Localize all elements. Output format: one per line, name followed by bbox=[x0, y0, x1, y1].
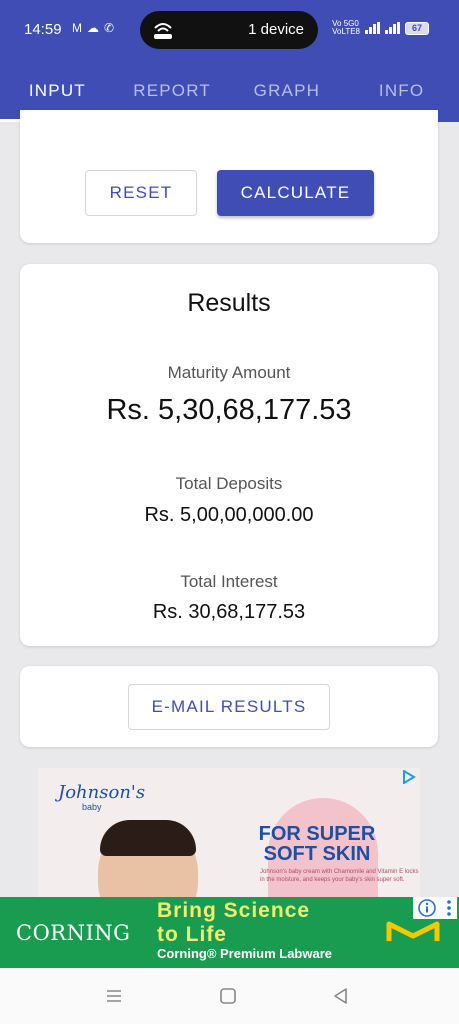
banner-headline-2: to Life bbox=[157, 923, 227, 946]
info-icon[interactable] bbox=[418, 899, 436, 917]
dynamic-island[interactable]: 1 device bbox=[140, 11, 318, 49]
system-nav-bar bbox=[0, 968, 459, 1024]
adchoices-icon[interactable] bbox=[402, 770, 416, 784]
ad-info-controls bbox=[413, 897, 457, 919]
home-icon[interactable] bbox=[218, 986, 238, 1006]
ad-brand-sub: baby bbox=[82, 802, 102, 812]
battery-icon: 67 bbox=[405, 21, 429, 35]
results-card: Results Maturity Amount Rs. 5,30,68,177.… bbox=[20, 264, 438, 646]
banner-subline: Corning® Premium Labware bbox=[157, 946, 332, 961]
banner-headline-1: Bring Science bbox=[157, 899, 311, 922]
maturity-amount-value: Rs. 5,30,68,177.53 bbox=[106, 394, 352, 426]
email-card: E-MAIL RESULTS bbox=[20, 666, 438, 747]
calculate-button[interactable]: CALCULATE bbox=[217, 170, 374, 216]
total-deposits-value: Rs. 5,00,00,000.00 bbox=[144, 504, 314, 526]
signal-icon-2 bbox=[385, 22, 400, 34]
total-interest-value: Rs. 30,68,177.53 bbox=[152, 601, 306, 623]
gmail-icon: M bbox=[72, 21, 82, 35]
ad-fine-print: Johnson's baby cream with Chamomile and … bbox=[260, 869, 419, 883]
cloud-icon: ☁ bbox=[87, 21, 99, 35]
email-results-button[interactable]: E-MAIL RESULTS bbox=[128, 684, 330, 730]
notification-icons: M ☁ ✆ bbox=[72, 21, 114, 35]
ad-model-hair bbox=[100, 820, 196, 856]
total-deposits-label: Total Deposits bbox=[175, 474, 283, 493]
total-interest-label: Total Interest bbox=[180, 572, 278, 591]
banner-brand: CORNING bbox=[16, 921, 131, 945]
phone-icon: ✆ bbox=[104, 21, 115, 35]
status-indicators: Vo 5G0 VoLTE8 67 bbox=[332, 20, 429, 36]
banner-logo-icon bbox=[386, 921, 440, 941]
maturity-amount-label: Maturity Amount bbox=[167, 363, 291, 382]
reset-button[interactable]: RESET bbox=[85, 170, 197, 216]
display-ad[interactable]: Johnson's baby FOR SUPER SOFT SKIN Johns… bbox=[38, 768, 420, 898]
results-title: Results bbox=[187, 289, 271, 317]
device-count: 1 device bbox=[248, 21, 304, 38]
status-time: 14:59 bbox=[24, 21, 62, 38]
signal-icon bbox=[365, 22, 380, 34]
actions-card: RESET CALCULATE bbox=[20, 110, 438, 243]
status-bar: 14:59 M ☁ ✆ 1 device Vo 5G0 VoLTE8 67 bbox=[0, 0, 459, 60]
volte-label: Vo 5G0 VoLTE8 bbox=[332, 19, 360, 36]
hotspot-icon bbox=[154, 23, 172, 39]
recents-icon[interactable] bbox=[104, 986, 124, 1006]
ad-headline: FOR SUPER SOFT SKIN bbox=[258, 823, 376, 865]
banner-ad[interactable]: CORNING Bring Science to Life Corning® P… bbox=[0, 897, 459, 968]
more-vert-icon[interactable] bbox=[446, 899, 452, 917]
ad-brand-logo: Johnson's bbox=[58, 782, 146, 803]
back-icon[interactable] bbox=[331, 986, 351, 1006]
